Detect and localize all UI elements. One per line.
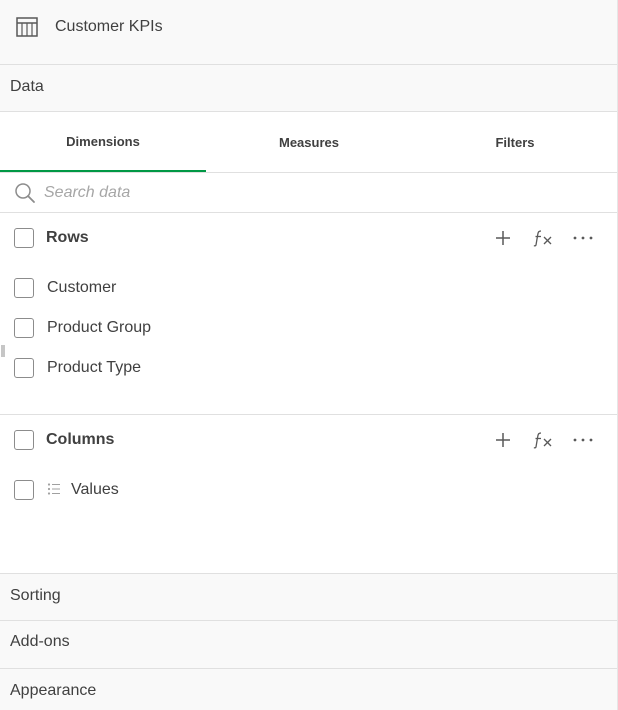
columns-title: Columns <box>46 431 115 448</box>
section-appearance-label: Appearance <box>10 682 97 699</box>
list-icon <box>47 483 60 495</box>
more-horizontal-icon <box>573 438 593 442</box>
group-divider <box>0 414 617 415</box>
section-appearance[interactable]: Appearance <box>0 669 617 710</box>
section-data[interactable]: Data <box>0 65 617 112</box>
more-horizontal-icon <box>573 236 593 240</box>
search-input[interactable] <box>44 181 584 205</box>
plus-icon <box>496 231 510 245</box>
search-icon <box>15 183 35 203</box>
column-item-checkbox[interactable] <box>14 480 34 500</box>
tab-bar: Dimensions Measures Filters <box>0 112 617 173</box>
tab-filters[interactable]: Filters <box>412 112 618 172</box>
rows-title: Rows <box>46 229 89 246</box>
plus-icon <box>496 433 510 447</box>
columns-add-button[interactable] <box>491 428 515 452</box>
rows-more-button[interactable] <box>571 226 595 250</box>
function-icon <box>533 432 552 449</box>
columns-more-button[interactable] <box>571 428 595 452</box>
table-icon <box>16 17 38 37</box>
search-bar <box>0 173 617 213</box>
section-add-ons-label: Add-ons <box>10 633 70 650</box>
tab-measures[interactable]: Measures <box>206 112 412 172</box>
rows-expression-button[interactable] <box>531 226 555 250</box>
row-item-checkbox[interactable] <box>14 278 34 298</box>
section-sorting-label: Sorting <box>10 587 61 604</box>
row-item-label: Customer <box>47 279 117 296</box>
row-item-label: Product Group <box>47 319 152 336</box>
panel-header: Customer KPIs <box>0 0 617 65</box>
function-icon <box>533 230 552 247</box>
rows-select-all-checkbox[interactable] <box>14 228 34 248</box>
rows-add-button[interactable] <box>491 226 515 250</box>
properties-panel: Customer KPIs Data Dimensions Measures F… <box>0 0 618 710</box>
tab-measures-label: Measures <box>279 134 339 150</box>
section-data-label: Data <box>10 78 44 95</box>
panel-title: Customer KPIs <box>55 18 163 35</box>
tab-dimensions-label: Dimensions <box>66 133 140 149</box>
row-item-checkbox[interactable] <box>14 318 34 338</box>
row-item-checkbox[interactable] <box>14 358 34 378</box>
tab-filters-label: Filters <box>495 134 535 150</box>
row-item-label: Product Type <box>47 359 141 376</box>
columns-select-all-checkbox[interactable] <box>14 430 34 450</box>
section-add-ons[interactable]: Add-ons <box>0 621 617 669</box>
resize-handle-icon[interactable] <box>1 345 5 357</box>
columns-expression-button[interactable] <box>531 428 555 452</box>
tab-dimensions[interactable]: Dimensions <box>0 112 206 172</box>
section-sorting[interactable]: Sorting <box>0 573 617 621</box>
column-item-label: Values <box>71 481 119 498</box>
